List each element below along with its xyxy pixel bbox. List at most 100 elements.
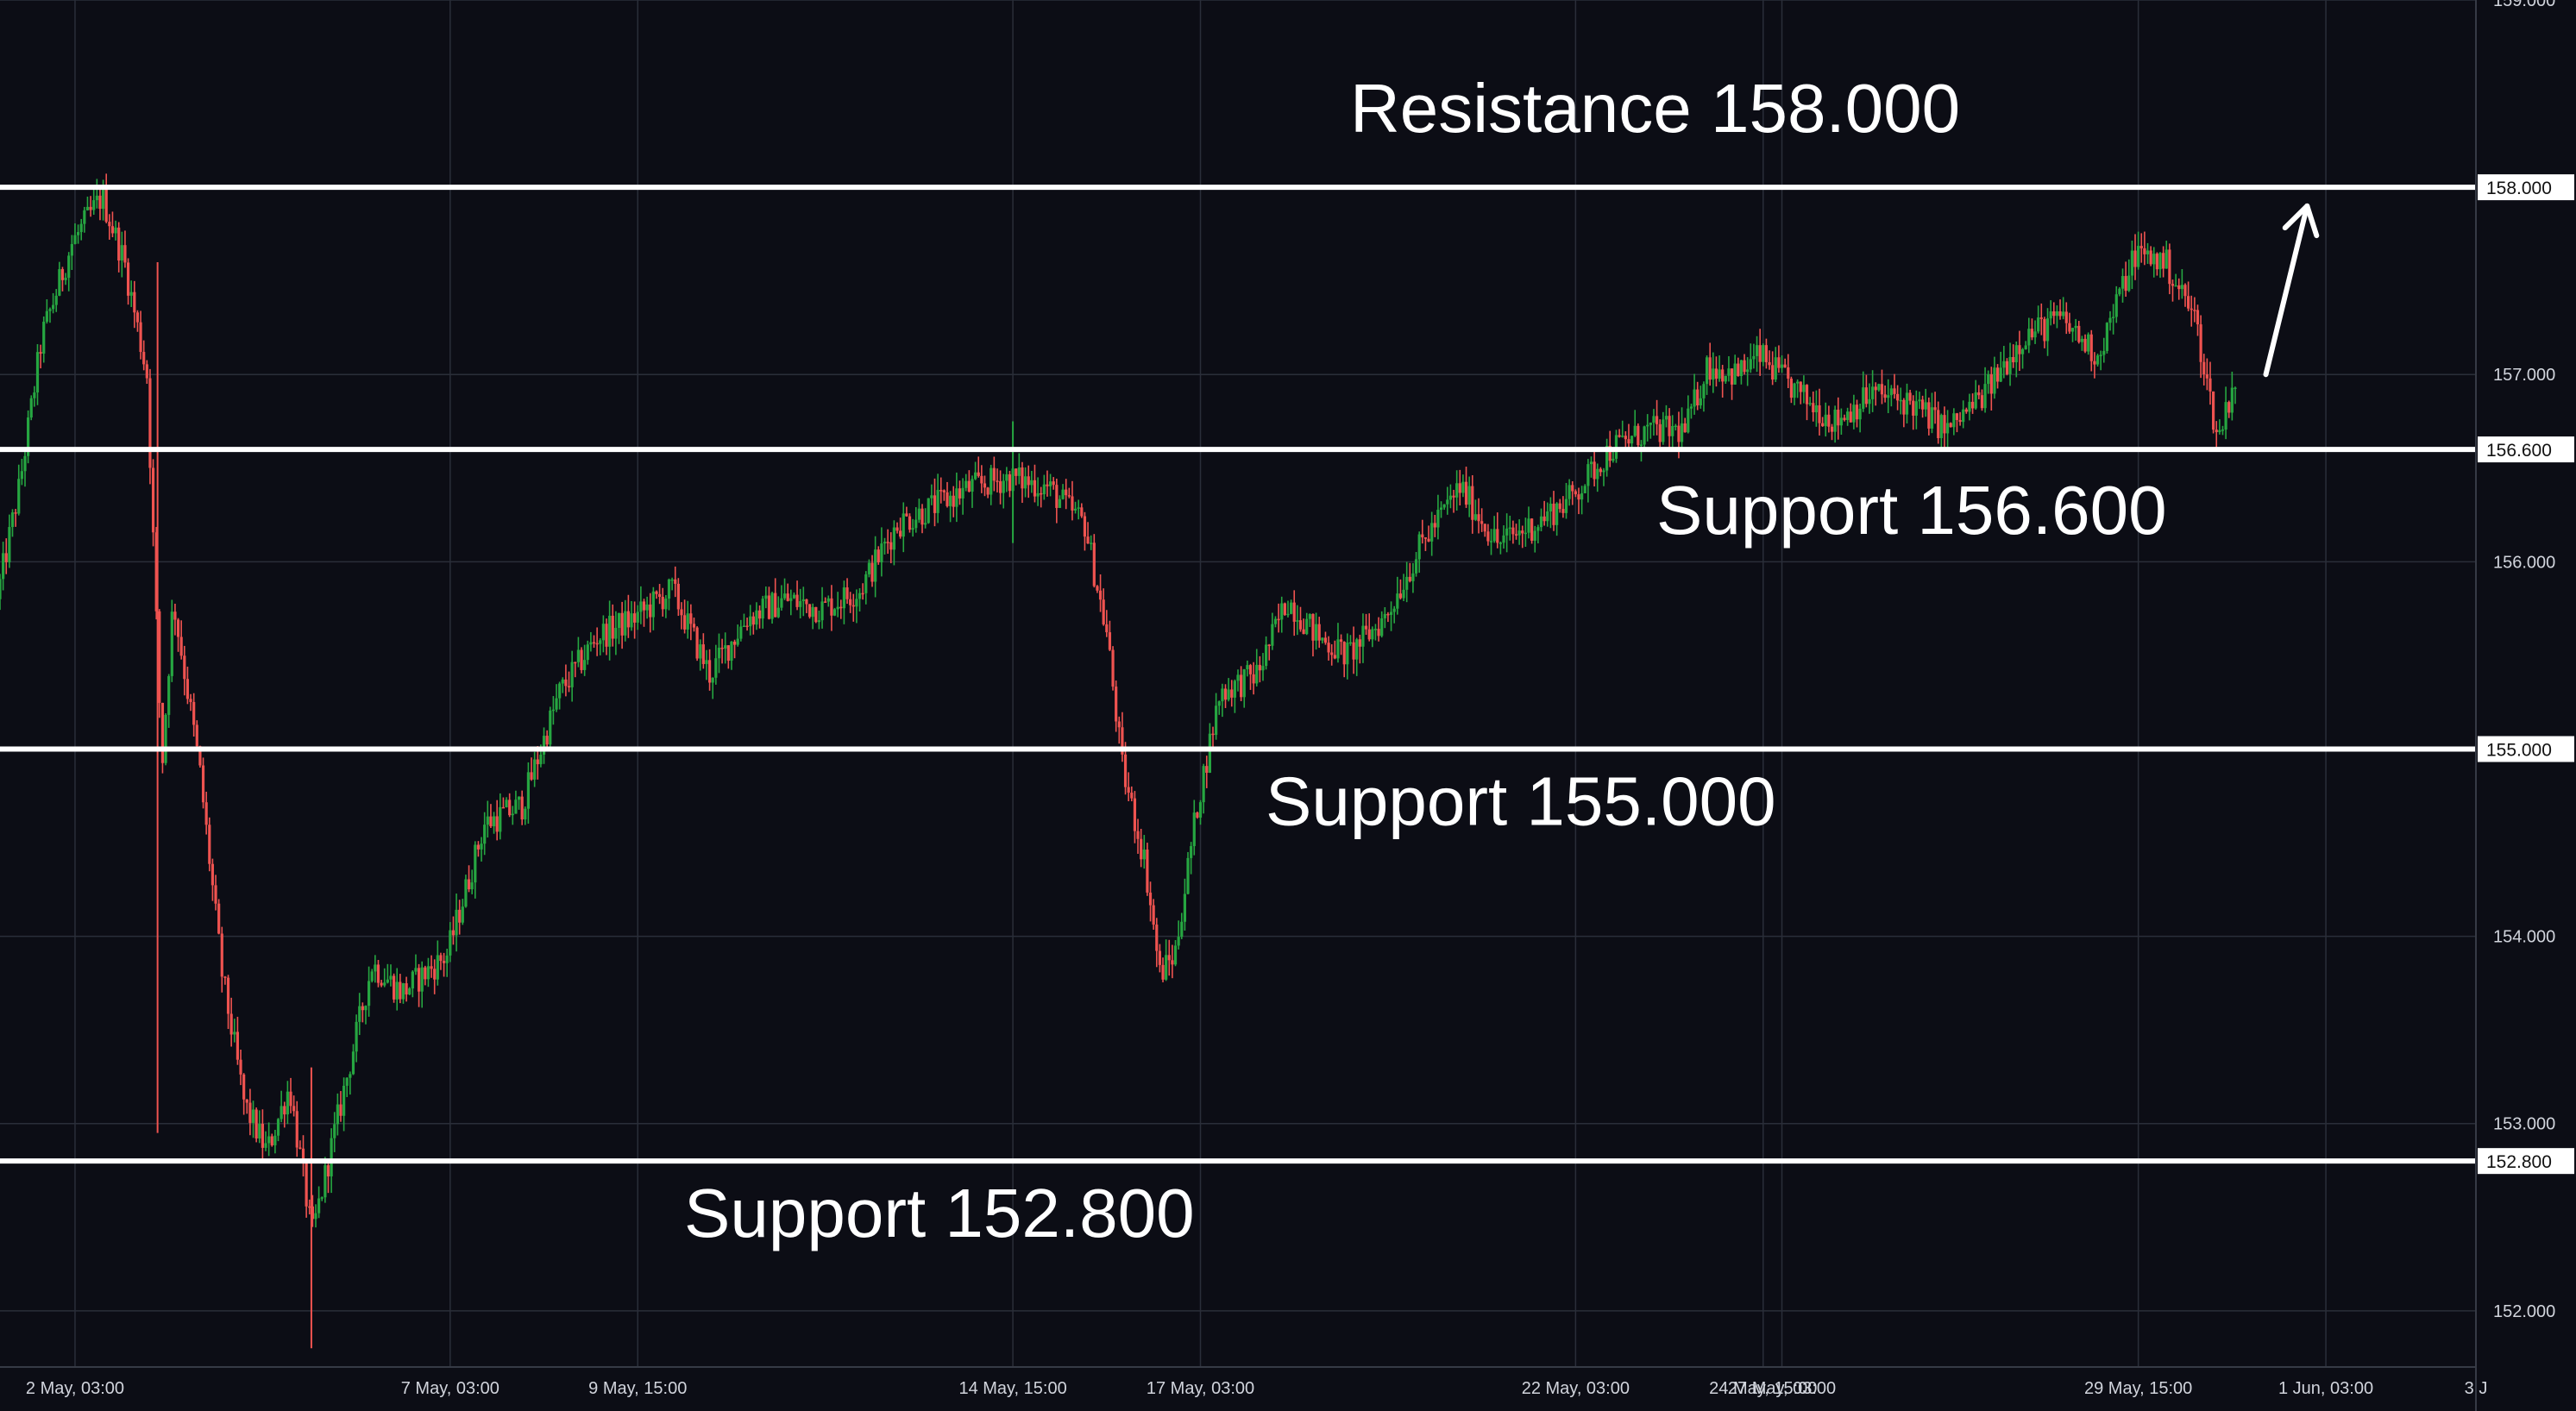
candle-body xyxy=(439,955,443,962)
candle-body xyxy=(2089,334,2093,361)
candle-body xyxy=(1248,665,1253,674)
candle-body xyxy=(339,1104,342,1116)
candle-body xyxy=(2193,310,2196,311)
candle-body xyxy=(930,495,933,499)
candle-body xyxy=(2146,250,2150,254)
candle-body xyxy=(1455,483,1459,498)
candle-body xyxy=(189,699,192,702)
candle-body xyxy=(1398,593,1403,599)
candle-body xyxy=(1292,602,1296,622)
candle-body xyxy=(2062,311,2065,317)
candle-body xyxy=(2112,317,2115,318)
candle-body xyxy=(85,206,90,210)
candle-body xyxy=(52,304,55,310)
candle-body xyxy=(1793,383,1796,398)
candle-body xyxy=(880,543,883,562)
candle-body xyxy=(358,1006,361,1022)
candle-body xyxy=(845,587,849,599)
candle-body xyxy=(1067,495,1071,497)
candle-body xyxy=(1902,399,1906,415)
candle-body xyxy=(2174,285,2177,287)
candle-body xyxy=(1668,416,1671,436)
candle-body xyxy=(286,1091,289,1115)
candle-body xyxy=(2120,276,2125,289)
candle-body xyxy=(1408,576,1411,581)
candle-body xyxy=(1133,798,1137,831)
candle-body xyxy=(114,227,117,234)
candle-body xyxy=(483,825,487,844)
candle-body xyxy=(524,808,527,820)
candle-body xyxy=(1530,518,1534,541)
candle-body xyxy=(248,1102,252,1123)
candle-body xyxy=(1008,473,1012,492)
candle-body xyxy=(170,611,173,676)
candle-body xyxy=(295,1111,298,1148)
candle-body xyxy=(555,698,558,710)
candle-body xyxy=(780,598,783,608)
candle-body xyxy=(1371,629,1374,640)
candle-body xyxy=(1920,399,1925,410)
candle-body xyxy=(2043,318,2046,342)
candle-body xyxy=(1908,392,1912,401)
candle-body xyxy=(455,909,458,936)
candle-body xyxy=(1764,345,1769,362)
candle-body xyxy=(2108,317,2112,323)
candle-body xyxy=(251,1109,255,1123)
candle-body xyxy=(1989,373,1993,394)
candle-body xyxy=(1233,680,1236,698)
candle-body xyxy=(1177,937,1180,946)
candle-body xyxy=(1023,476,1027,489)
candle-body xyxy=(2102,350,2106,355)
candle-body xyxy=(864,574,868,593)
candle-body xyxy=(2227,402,2231,413)
candle-body xyxy=(1662,419,1665,442)
candle-body xyxy=(1674,425,1677,428)
candle-body xyxy=(2199,324,2202,362)
candle-body xyxy=(1221,688,1224,702)
candle-body xyxy=(1161,964,1165,980)
candle-body xyxy=(320,1197,324,1199)
candle-body xyxy=(1202,766,1205,803)
candle-body xyxy=(2180,285,2183,290)
candle-body xyxy=(889,542,893,550)
candle-body xyxy=(1533,530,1536,541)
candle-body xyxy=(104,189,108,223)
candle-body xyxy=(1021,467,1024,489)
level-label: Support 155.000 xyxy=(1266,762,1776,839)
candle-body xyxy=(1671,425,1674,436)
candle-body xyxy=(1724,375,1727,382)
candle-body xyxy=(395,981,399,1000)
candle-body xyxy=(558,683,562,699)
candle-body xyxy=(601,624,605,641)
candle-body xyxy=(1924,402,1927,410)
candle-body xyxy=(998,481,1002,493)
candle-body xyxy=(1964,409,1968,412)
candle-body xyxy=(658,593,662,598)
candle-body xyxy=(2012,356,2015,363)
candle-body xyxy=(33,392,36,398)
candle-body xyxy=(1912,400,1915,416)
candle-body xyxy=(330,1138,333,1176)
candle-body xyxy=(1687,408,1690,433)
candle-body xyxy=(2027,329,2031,346)
candle-body xyxy=(1874,386,1877,391)
candle-body xyxy=(799,600,802,607)
candle-body xyxy=(1152,905,1155,925)
candle-body xyxy=(158,611,161,703)
candle-body xyxy=(814,606,818,623)
candle-body xyxy=(855,599,858,607)
candle-body xyxy=(667,579,671,599)
candle-body xyxy=(458,909,462,923)
candle-body xyxy=(517,796,521,800)
candle-body xyxy=(1521,530,1524,534)
candle-body xyxy=(267,1136,271,1144)
candle-body xyxy=(1173,945,1178,965)
candle-body xyxy=(476,844,481,850)
candle-body xyxy=(933,495,937,513)
candle-body xyxy=(408,988,412,995)
candle-body xyxy=(1949,423,1952,428)
candle-body xyxy=(1827,414,1831,427)
candle-body xyxy=(1937,410,1940,439)
candle-body xyxy=(0,579,2,599)
candle-body xyxy=(1336,639,1340,659)
